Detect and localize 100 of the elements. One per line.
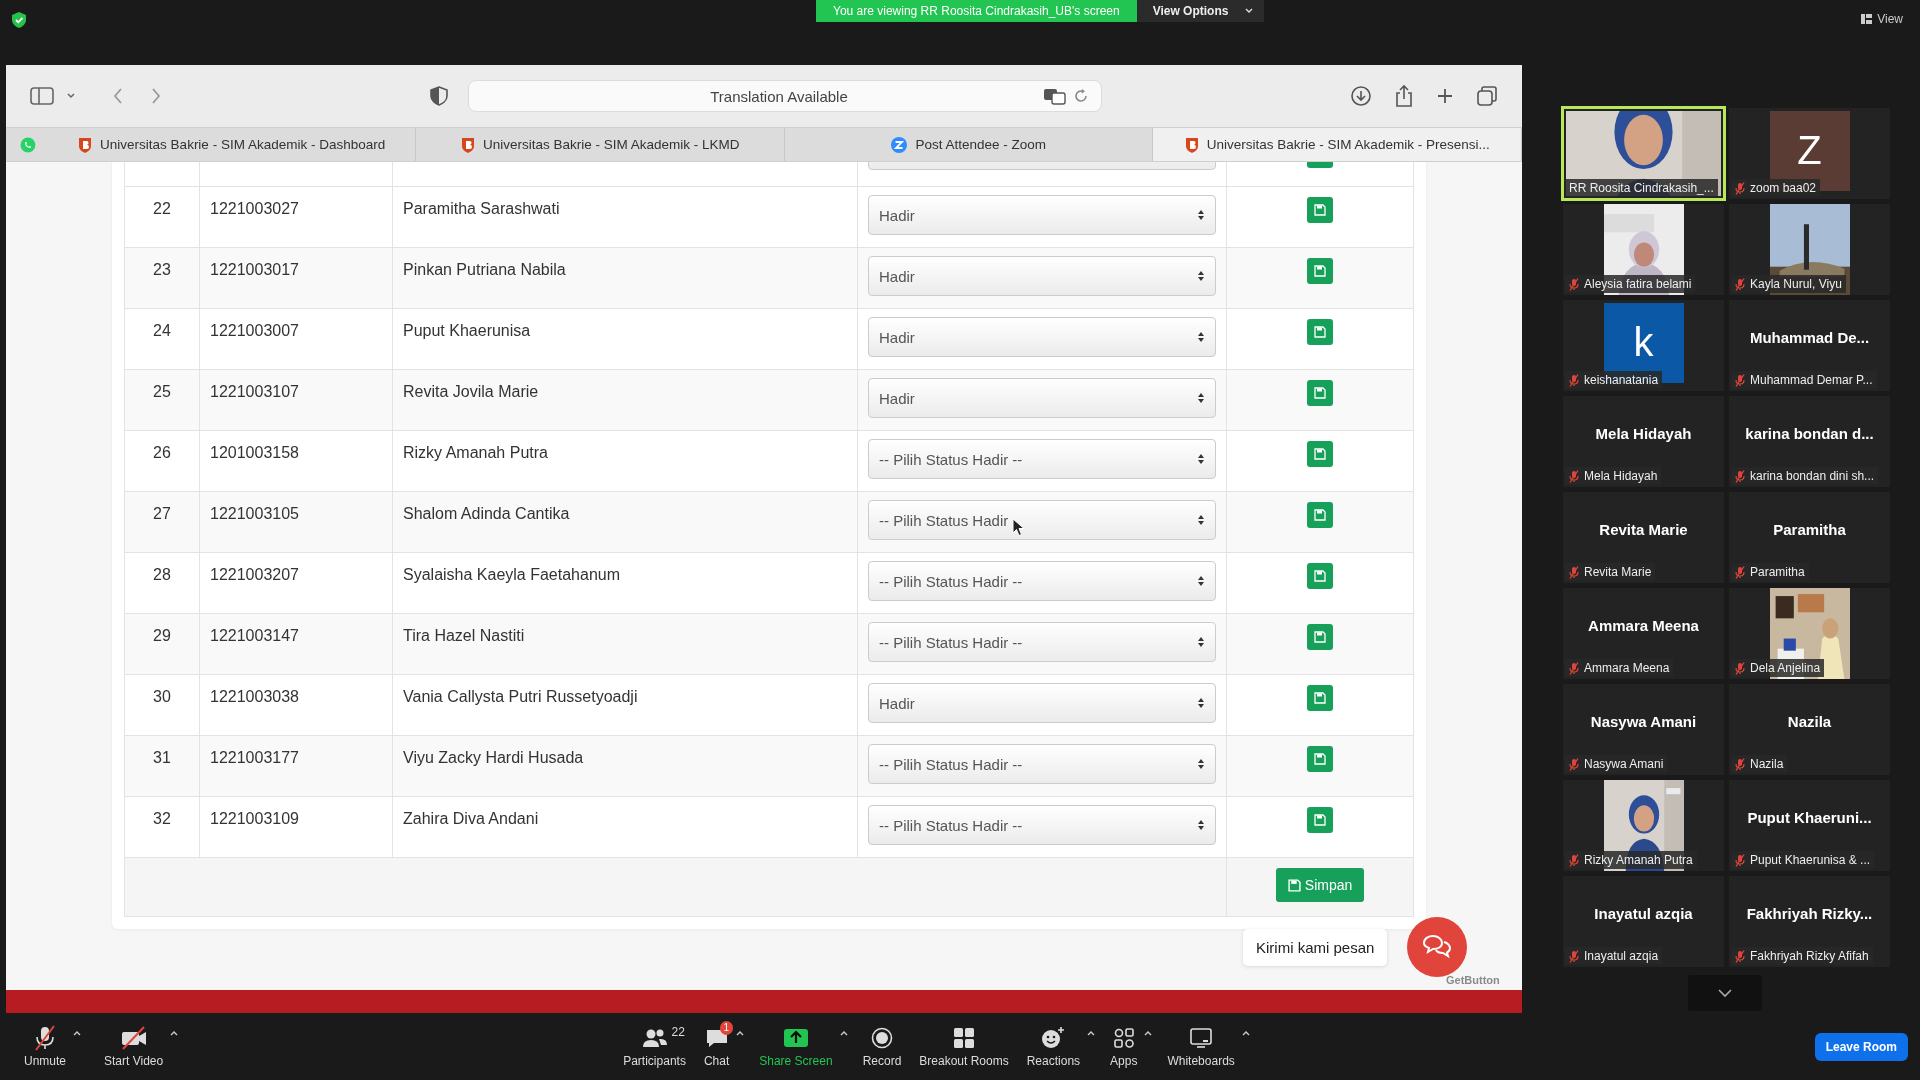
status-select[interactable]: -- Pilih Status Hadir -- — [868, 439, 1216, 479]
student-id: 1221003207 — [210, 566, 299, 583]
row-number: 31 — [153, 749, 171, 766]
chevron-down-icon — [1717, 988, 1733, 998]
toolbar-button[interactable]: Breakout Rooms — [915, 1025, 1013, 1068]
zoom-logo-icon — [891, 136, 908, 153]
up-down-arrows-icon — [1197, 270, 1205, 282]
participant-name: Mela Hidayah — [1584, 469, 1658, 483]
participant-count: 22 — [671, 1025, 685, 1039]
share-icon[interactable] — [1394, 84, 1414, 108]
caret-icon[interactable] — [1143, 1029, 1154, 1037]
caret-icon[interactable] — [1240, 1029, 1251, 1037]
caret-icon[interactable] — [72, 1029, 83, 1037]
forward-icon[interactable] — [150, 87, 162, 105]
status-select[interactable]: Hadir — [868, 378, 1216, 418]
student-id: 1221003177 — [210, 749, 299, 766]
student-id: 1221003007 — [210, 322, 299, 339]
participant-name: karina bondan dini sh... — [1750, 469, 1875, 483]
participant-display-name: Fakhriyah Rizky... — [1746, 905, 1873, 922]
caret-icon[interactable] — [1086, 1029, 1097, 1037]
up-down-arrows-icon — [1197, 758, 1205, 770]
participant-name: Puput Khaerunisa & ... — [1750, 853, 1871, 867]
student-name: Vania Callysta Putri Russetyoadji — [403, 688, 638, 705]
toolbar-button[interactable]: Whiteboards — [1163, 1025, 1239, 1068]
view-button[interactable]: View — [1861, 12, 1903, 26]
caret-icon[interactable] — [735, 1029, 746, 1037]
toolbar-button[interactable]: Unmute — [20, 1025, 71, 1068]
plus-icon[interactable] — [1436, 87, 1454, 105]
up-down-arrows-icon — [1197, 819, 1205, 831]
status-select[interactable]: -- Pilih Status Hadir -- — [868, 561, 1216, 601]
status-select[interactable]: -- Pilih Status Hadir -- — [868, 744, 1216, 784]
status-select[interactable]: -- Pilih Status Hadir -- — [868, 622, 1216, 662]
sidebar-icon[interactable] — [30, 87, 54, 105]
back-icon[interactable] — [112, 87, 124, 105]
save-button[interactable] — [1307, 258, 1333, 284]
student-name: Tira Hazel Nastiti — [403, 627, 525, 644]
participant-name: Aleysia fatira belami — [1584, 277, 1692, 291]
toolbar-button[interactable]: Reactions — [1022, 1025, 1085, 1068]
up-down-arrows-icon — [1197, 453, 1205, 465]
status-select[interactable]: Hadir — [868, 256, 1216, 296]
privacy-shield-icon[interactable] — [430, 86, 448, 106]
save-button[interactable] — [1307, 563, 1333, 589]
caret-icon[interactable] — [838, 1029, 849, 1037]
toolbar-button[interactable]: Start Video — [100, 1025, 168, 1068]
save-button[interactable] — [1307, 380, 1333, 406]
row-number: 26 — [153, 444, 171, 461]
participant-display-name: Puput Khaeruni... — [1747, 809, 1872, 826]
chevron-down-icon — [1244, 7, 1255, 15]
save-button[interactable] — [1307, 319, 1333, 345]
participant-display-name: Nazila — [1787, 713, 1832, 730]
avatar-letter: Z — [1797, 128, 1822, 173]
student-id: 1221003017 — [210, 261, 299, 278]
chat-tooltip: Kirimi kami pesan — [1243, 928, 1388, 966]
participant-display-name: karina bondan d... — [1745, 425, 1874, 442]
row-number: 32 — [153, 810, 171, 827]
save-button[interactable] — [1307, 685, 1333, 711]
participant-name: Rizky Amanah Putra — [1584, 853, 1693, 867]
save-button[interactable] — [1307, 502, 1333, 528]
participant-name: Paramitha — [1750, 565, 1805, 579]
toolbar-button[interactable]: 22 Participants — [619, 1025, 690, 1068]
translate-icon[interactable] — [1043, 87, 1067, 105]
status-select[interactable]: Hadir — [868, 195, 1216, 235]
chevron-down-icon[interactable] — [66, 92, 76, 100]
whatsapp-icon[interactable] — [20, 136, 36, 153]
avatar-letter: k — [1633, 320, 1654, 365]
tab-overview-icon[interactable] — [1476, 85, 1498, 107]
leave-room-button[interactable]: Leave Room — [1814, 1032, 1908, 1061]
student-id: 1221003107 — [210, 383, 299, 400]
toolbar-button[interactable]: Apps — [1106, 1025, 1142, 1068]
save-button[interactable] — [1307, 441, 1333, 467]
status-select[interactable]: Hadir — [868, 683, 1216, 723]
address-bar[interactable]: Translation Available — [468, 80, 1102, 112]
save-button[interactable] — [1307, 746, 1333, 772]
view-options-button[interactable]: View Options — [1136, 0, 1265, 22]
save-button[interactable] — [1307, 197, 1333, 223]
participant-name: Ammara Meena — [1584, 661, 1670, 675]
browser-tab[interactable]: Universitas Bakrie - SIM Akademik - Presensi... — [1153, 128, 1522, 161]
status-select[interactable]: -- Pilih Status Hadir — [868, 500, 1216, 540]
save-button[interactable] — [1307, 624, 1333, 650]
caret-icon[interactable] — [169, 1029, 180, 1037]
save-button[interactable] — [1307, 807, 1333, 833]
toolbar-button[interactable]: Record — [858, 1025, 906, 1068]
reload-icon[interactable] — [1073, 88, 1089, 104]
layout-icon — [1861, 14, 1873, 24]
up-down-arrows-icon — [1197, 514, 1205, 526]
participant-display-name: Ammara Meena — [1588, 617, 1699, 634]
row-number: 25 — [153, 383, 171, 400]
smiley-icon — [1040, 1026, 1067, 1050]
muted-mic-icon — [32, 1025, 58, 1051]
whiteboard-icon — [1189, 1027, 1214, 1049]
status-select[interactable]: Hadir — [868, 317, 1216, 357]
download-icon[interactable] — [1350, 85, 1372, 107]
participants-icon — [641, 1027, 668, 1049]
student-name: Zahira Diva Andani — [403, 810, 539, 827]
student-id: 1221003105 — [210, 505, 299, 522]
toolbar-button[interactable]: Share Screen — [755, 1025, 837, 1068]
sharing-banner: You are viewing RR Roosita Cindrakasih_UB's screen — [816, 0, 1137, 22]
status-select[interactable]: -- Pilih Status Hadir -- — [868, 805, 1216, 845]
participant-name: Kayla Nurul, Viyu — [1750, 277, 1842, 291]
participant-display-name: Inayatul azqia — [1594, 905, 1693, 922]
